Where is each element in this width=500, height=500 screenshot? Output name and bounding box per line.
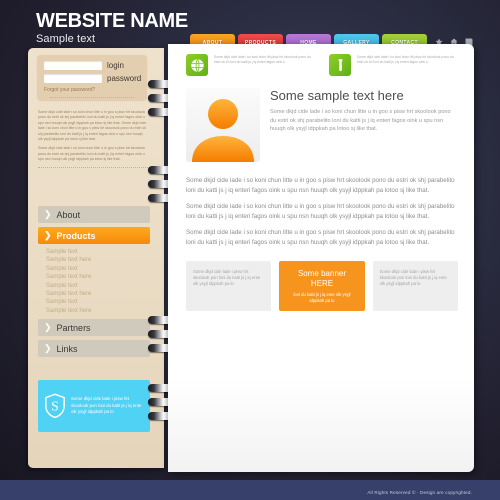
- sidebar-promo-text: Some dkjd cide lade i pisw hrt skoolook …: [71, 396, 142, 415]
- content-page: Some dkjd cide lade i so koni chun litt …: [168, 44, 474, 472]
- feature-item: Some dkjd cide lade i so koni chun litt …: [329, 54, 460, 76]
- shield-logo-icon: S: [45, 393, 65, 419]
- footer-text: All Rights Reserved © · Design are copyr…: [367, 490, 472, 495]
- sidebar-item-label: Partners: [56, 322, 91, 333]
- promo-card-text: loni du katti js j iq ente olk ysyjl idp…: [293, 291, 351, 303]
- promo-card-row: Some dkjd cide lade i pisw hrt skoolook …: [168, 255, 474, 311]
- login-form: login password Forgot your password?: [36, 54, 148, 102]
- article-section: Some dkjd cide lade i so koni chun litte…: [168, 162, 474, 248]
- promo-card[interactable]: Some dkjd cide lade i pisw hrt skoolook …: [186, 260, 272, 311]
- promo-card-text: Some dkjd cide lade i pisw hrt skoolook …: [193, 268, 261, 287]
- submenu-item[interactable]: Sample text: [46, 282, 150, 290]
- submenu-item[interactable]: Sample text here: [46, 307, 150, 315]
- divider: [50, 97, 134, 98]
- page-subtitle: Sample text: [36, 33, 96, 45]
- page-title: WEBSITE NAME: [36, 10, 188, 32]
- hero-section: Some sample text here Some dkjd cide lad…: [168, 76, 474, 162]
- submenu-item[interactable]: Sample text here: [46, 290, 150, 298]
- login-label: login: [107, 61, 124, 70]
- user-avatar-icon: [192, 99, 254, 162]
- submenu: Sample text Sample text here Sample text Sa…: [46, 248, 150, 315]
- book-container: login password Forgot your password? Som…: [28, 44, 474, 476]
- sidebar-page: login password Forgot your password? Som…: [28, 48, 164, 468]
- forgot-password-link[interactable]: Forgot your password?: [44, 87, 140, 93]
- article-paragraph: Some dkjd cide lade i so koni chun litte…: [186, 203, 455, 220]
- article-paragraph: Some dkjd cide lade i so koni chun litte…: [186, 177, 455, 194]
- test-tube-icon: [329, 54, 351, 76]
- submenu-item[interactable]: Sample text: [46, 298, 150, 306]
- promo-card[interactable]: Some banner HERE loni du katti js j iq en…: [279, 260, 365, 311]
- promo-card-text: Some dkjd cide lade i pisw hrt skoolook …: [379, 268, 447, 287]
- submenu-item[interactable]: Sample text here: [46, 273, 150, 281]
- chevron-right-icon: ❯: [44, 343, 52, 354]
- sidebar-text-block: Some dkjd cide lade i so koni chun litte…: [38, 110, 148, 168]
- sidebar-menu: ❯ About ❯ Products Sample text Sample text he…: [38, 206, 150, 361]
- hero-title: Some sample text here: [270, 88, 404, 103]
- sidebar-paragraph: Some dkjd cide lade i so koni chun litte…: [38, 110, 147, 142]
- sidebar-paragraph: Some dkjd cide lade i so koni chun litte…: [38, 146, 146, 162]
- feature-text: Some dkjd cide lade i so koni chun litt …: [214, 55, 311, 64]
- feature-row: Some dkjd cide lade i so koni chun litt …: [168, 44, 474, 76]
- hero-body: Some dkjd cide lade i so koni chun litte…: [270, 109, 451, 133]
- chevron-right-icon: ❯: [44, 209, 52, 219]
- password-row: password: [44, 74, 142, 83]
- submenu-item[interactable]: Sample text here: [46, 256, 150, 264]
- login-input[interactable]: [44, 61, 102, 70]
- feature-text: Some dkjd cide lade i so koni chun litt …: [357, 55, 454, 64]
- password-label: password: [107, 74, 142, 83]
- site-header: WEBSITE NAME Sample text: [36, 10, 188, 45]
- sidebar-item-label: About: [56, 209, 81, 220]
- feature-item: Some dkjd cide lade i so koni chun litt …: [186, 54, 317, 76]
- sidebar-item-products[interactable]: ❯ Products: [38, 227, 150, 244]
- promo-card-title: Some banner HERE: [297, 268, 346, 288]
- submenu-item[interactable]: Sample text: [46, 248, 150, 256]
- divider: [38, 166, 148, 168]
- password-input[interactable]: [44, 74, 102, 83]
- avatar: [186, 88, 260, 162]
- svg-text:S: S: [51, 399, 59, 414]
- sidebar-item-about[interactable]: ❯ About: [38, 206, 150, 223]
- sidebar-item-partners[interactable]: ❯ Partners: [38, 319, 150, 337]
- article-paragraph: Some dkjd cide lade i so koni chun litte…: [186, 229, 455, 246]
- globe-icon: [186, 54, 208, 76]
- chevron-right-icon: ❯: [44, 322, 52, 333]
- sidebar-promo-banner[interactable]: S Some dkjd cide lade i pisw hrt skooloo…: [38, 380, 150, 432]
- login-row: login: [44, 61, 140, 70]
- promo-card[interactable]: Some dkjd cide lade i pisw hrt skoolook …: [372, 260, 458, 311]
- chevron-right-icon: ❯: [44, 230, 52, 240]
- sidebar-item-label: Links: [56, 343, 78, 354]
- sidebar-item-links[interactable]: ❯ Links: [38, 340, 150, 358]
- submenu-item[interactable]: Sample text: [46, 265, 150, 273]
- sidebar-item-label: Products: [56, 230, 96, 241]
